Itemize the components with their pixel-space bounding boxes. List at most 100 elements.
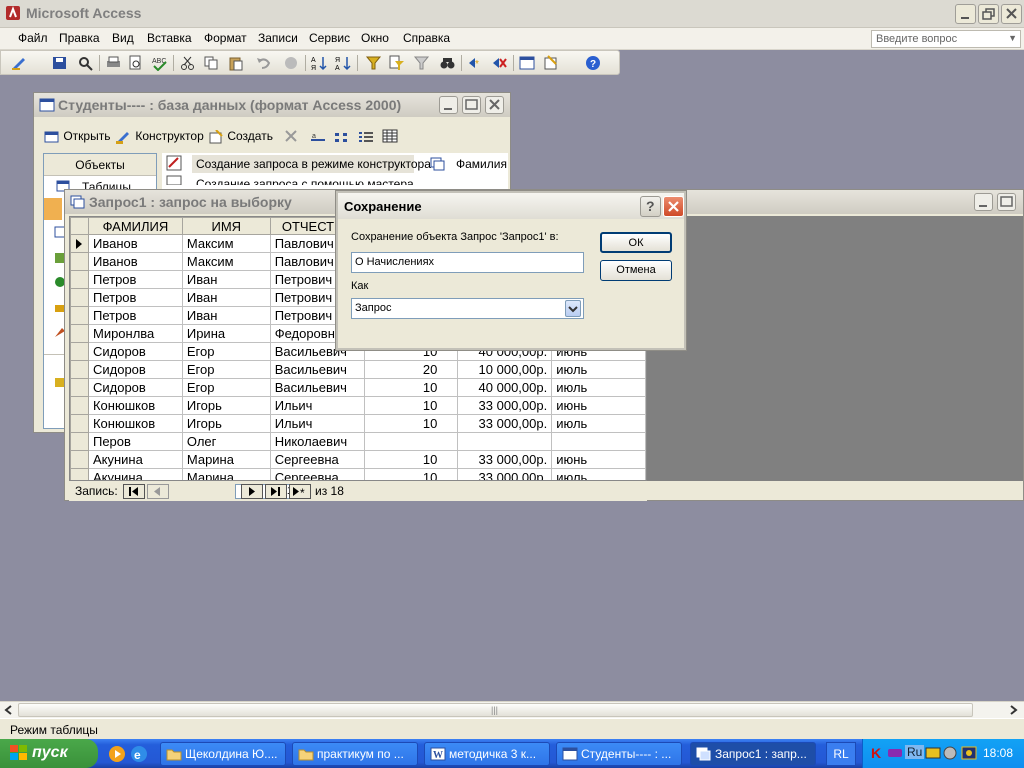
select-all-corner[interactable]	[70, 217, 89, 235]
menu-insert[interactable]: Вставка	[147, 31, 192, 45]
db-close-button[interactable]	[485, 96, 504, 114]
save-as-dialog[interactable]: Сохранение ? Сохранение объекта Запрос '…	[336, 191, 686, 350]
cell-familiya[interactable]: Акунина	[87, 468, 183, 480]
menu-window[interactable]: Окно	[361, 31, 389, 45]
cell-familiya[interactable]: Сидоров	[87, 342, 183, 361]
dialog-help-button[interactable]: ?	[640, 196, 661, 217]
delete-record-icon[interactable]	[491, 55, 508, 71]
record-selector[interactable]	[70, 324, 89, 343]
cell-col5[interactable]	[457, 432, 553, 451]
objects-header[interactable]: Объекты	[44, 154, 156, 176]
dropdown-button[interactable]	[565, 300, 581, 317]
task-folder-shcheko[interactable]: Щеколдина Ю....	[160, 742, 286, 766]
record-selector[interactable]	[70, 414, 89, 433]
minimize-button[interactable]	[955, 4, 976, 24]
cell-familiya[interactable]: Сидоров	[87, 360, 183, 379]
media-player-icon[interactable]	[108, 745, 126, 763]
record-selector[interactable]	[70, 468, 89, 480]
cell-otchestvo[interactable]: Ильич	[269, 396, 365, 415]
filter-by-selection-icon[interactable]	[365, 55, 382, 71]
language-indicator[interactable]: RL	[826, 742, 856, 766]
cell-col6[interactable]: июнь	[551, 450, 646, 469]
cell-col4[interactable]: 10	[363, 450, 459, 469]
apply-filter-icon[interactable]	[413, 55, 430, 71]
tray-security-icon[interactable]	[961, 746, 977, 760]
cell-familiya[interactable]: Иванов	[87, 252, 183, 271]
paste-icon[interactable]	[227, 55, 244, 71]
object-name-input[interactable]: О Начислениях	[351, 252, 584, 273]
table-row[interactable]: Сидоров Егор Васильевич 20 10 000,00р. июль	[70, 360, 646, 379]
task-folder-praktikum[interactable]: практикум по ...	[292, 742, 418, 766]
dialog-close-button[interactable]	[663, 196, 684, 217]
db-design-button[interactable]: Конструктор	[116, 129, 204, 144]
cell-imya[interactable]: Олег	[181, 432, 271, 451]
menu-help[interactable]: Справка	[403, 31, 450, 45]
table-row[interactable]: Перов Олег Николаевич	[70, 432, 646, 451]
cell-otchestvo[interactable]: Васильевич	[269, 378, 365, 397]
cell-imya[interactable]: Максим	[181, 234, 271, 253]
menu-records[interactable]: Записи	[258, 31, 298, 45]
search-icon[interactable]	[77, 55, 94, 71]
network-icon[interactable]	[887, 747, 903, 759]
cell-imya[interactable]: Ирина	[181, 324, 271, 343]
sort-descending-icon[interactable]: ЯА	[335, 55, 352, 71]
print-icon[interactable]	[105, 55, 122, 71]
list-item-design-query[interactable]: Создание запроса в режиме конструктора	[196, 157, 431, 171]
db-maximize-button[interactable]	[462, 96, 481, 114]
cell-col6[interactable]: июль	[551, 360, 646, 379]
copy-icon[interactable]	[203, 55, 220, 71]
scroll-left-icon[interactable]	[2, 703, 16, 717]
large-icons-icon[interactable]: a	[310, 131, 326, 143]
cell-col5[interactable]: 33 000,00р.	[457, 396, 553, 415]
db-open-button[interactable]: Открыть	[44, 129, 110, 144]
task-access-db[interactable]: Студенты---- : ...	[556, 742, 682, 766]
cell-col5[interactable]: 40 000,00р.	[457, 378, 553, 397]
cell-familiya[interactable]: Миронлва	[87, 324, 183, 343]
table-row[interactable]: Конюшков Игорь Ильич 10 33 000,00р. июнь	[70, 396, 646, 415]
record-selector[interactable]	[70, 342, 89, 361]
task-word-metodichka[interactable]: W методичка 3 к...	[424, 742, 550, 766]
details-view-icon[interactable]	[382, 129, 398, 143]
cell-familiya[interactable]: Перов	[87, 432, 183, 451]
record-selector[interactable]	[70, 396, 89, 415]
cell-otchestvo[interactable]: Сергеевна	[269, 450, 365, 469]
last-record-button[interactable]	[265, 484, 287, 499]
cell-col5[interactable]: 33 000,00р.	[457, 450, 553, 469]
ok-button[interactable]: ОК	[600, 232, 672, 253]
new-record-button[interactable]: *	[289, 484, 311, 499]
table-row[interactable]: Сидоров Егор Васильевич 10 40 000,00р. июль	[70, 378, 646, 397]
cell-imya[interactable]: Игорь	[181, 414, 271, 433]
print-preview-icon[interactable]	[127, 55, 144, 71]
cancel-button[interactable]: Отмена	[600, 260, 672, 281]
tray-app-icon[interactable]	[925, 747, 941, 759]
database-window-icon[interactable]	[519, 55, 536, 71]
filter-by-form-icon[interactable]	[389, 55, 406, 71]
help-icon[interactable]: ?	[585, 55, 602, 71]
scroll-right-icon[interactable]	[1006, 703, 1020, 717]
tray-update-icon[interactable]	[943, 746, 957, 760]
record-selector[interactable]	[70, 252, 89, 271]
cell-col5[interactable]: 33 000,00р.	[457, 414, 553, 433]
first-record-button[interactable]	[123, 484, 145, 499]
cell-col6[interactable]: июнь	[551, 396, 646, 415]
cell-imya[interactable]: Егор	[181, 342, 271, 361]
view-design-icon[interactable]	[11, 55, 28, 71]
cell-imya[interactable]: Егор	[181, 360, 271, 379]
undo-icon[interactable]	[255, 55, 272, 71]
column-header-familiya[interactable]: ФАМИЛИЯ	[87, 217, 183, 235]
cell-col4[interactable]: 10	[363, 414, 459, 433]
database-window-title-bar[interactable]: Студенты---- : база данных (формат Acces…	[34, 93, 510, 117]
tray-language[interactable]: Ru	[905, 745, 925, 759]
cell-col6[interactable]: июль	[551, 414, 646, 433]
object-type-select[interactable]: Запрос	[351, 298, 584, 319]
cell-col6[interactable]: июль	[551, 378, 646, 397]
cell-col4[interactable]	[363, 432, 459, 451]
cell-col5[interactable]: 10 000,00р.	[457, 360, 553, 379]
find-icon[interactable]	[439, 55, 456, 71]
cell-familiya[interactable]: Иванов	[87, 234, 183, 253]
queries-selected-marker[interactable]	[44, 198, 62, 220]
list-view-icon[interactable]	[358, 131, 374, 143]
cell-familiya[interactable]: Петров	[87, 306, 183, 325]
cell-familiya[interactable]: Акунина	[87, 450, 183, 469]
cell-otchestvo[interactable]: Васильевич	[269, 360, 365, 379]
